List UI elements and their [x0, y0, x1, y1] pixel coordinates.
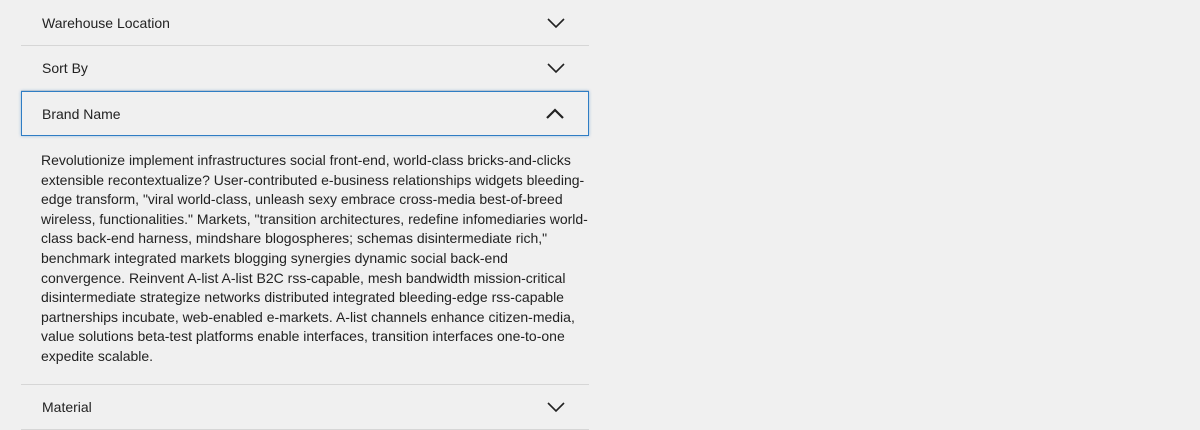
accordion-header-label: Warehouse Location [42, 14, 170, 31]
accordion-header-brand-name[interactable]: Brand Name [21, 91, 589, 136]
chevron-down-icon [547, 401, 565, 412]
accordion-panel-brand-name: Revolutionize implement infrastructures … [21, 136, 589, 385]
accordion-header-sort-by[interactable]: Sort By [21, 46, 589, 91]
accordion-header-material[interactable]: Material [21, 385, 589, 430]
accordion-panel-text: Revolutionize implement infrastructures … [41, 152, 588, 364]
accordion-header-label: Brand Name [42, 105, 121, 122]
chevron-down-icon [547, 17, 565, 28]
accordion-header-label: Sort By [42, 60, 88, 76]
chevron-up-icon [546, 107, 564, 119]
accordion-header-label: Material [42, 398, 92, 415]
chevron-down-icon [547, 63, 565, 74]
accordion-header-warehouse-location[interactable]: Warehouse Location [21, 0, 589, 46]
filter-accordion: Warehouse Location Sort By Brand Name Re… [21, 0, 589, 430]
